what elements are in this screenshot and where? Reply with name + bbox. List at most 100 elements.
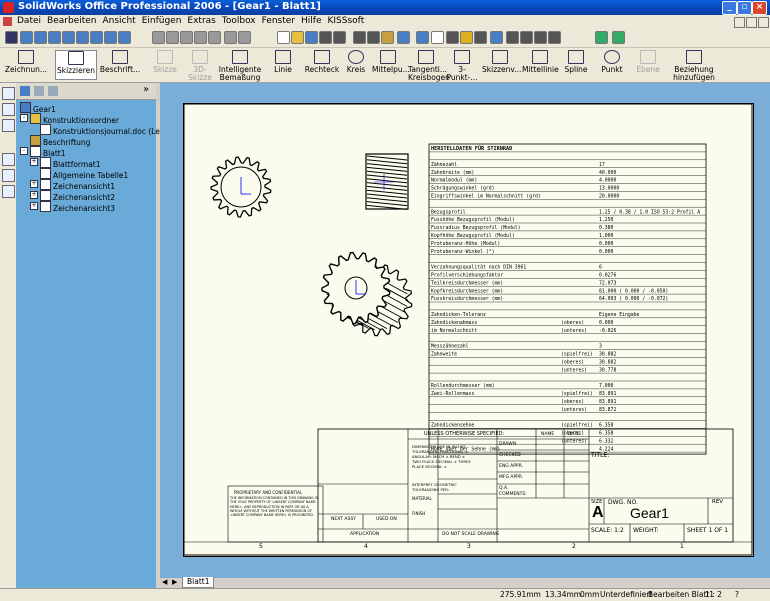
doc-minimize-icon[interactable]: [734, 17, 745, 28]
select-icon[interactable]: [5, 31, 18, 44]
cmd-plane-button[interactable]: Ebene: [634, 50, 662, 74]
cmd-centerpoint-arc-button[interactable]: Mittelpu...: [372, 50, 410, 74]
help-toolbar-icon[interactable]: [490, 31, 503, 44]
close-icon[interactable]: ×: [752, 1, 767, 15]
collapse-icon[interactable]: -: [20, 147, 28, 155]
menu-item-einfügen[interactable]: Einfügen: [139, 15, 185, 26]
tab-first-icon[interactable]: ◀: [162, 578, 167, 586]
tree-node-zeichenansicht3[interactable]: + Zeichenansicht3: [30, 201, 115, 213]
open-icon[interactable]: [291, 31, 304, 44]
feature-manager-icon[interactable]: [2, 87, 15, 100]
cmd-sketch-3d-button[interactable]: 3D-Skizze: [185, 50, 215, 82]
cmd-annotation-button[interactable]: Beschrift...: [96, 50, 144, 74]
menu-item-ansicht[interactable]: Ansicht: [99, 15, 138, 26]
expand-icon[interactable]: +: [30, 202, 38, 210]
grid-toolbar-icon[interactable]: [506, 31, 519, 44]
cmd-sketch-fillet-button[interactable]: Skizzenv...: [482, 50, 521, 74]
collapse-panel-icon[interactable]: »: [143, 84, 149, 95]
cmd-drawing-button[interactable]: Zeichnun...: [2, 50, 50, 74]
zoom-window-icon[interactable]: [446, 31, 459, 44]
cmd-three-point-arc-button[interactable]: 3-Punkt-...: [446, 50, 478, 82]
cmd-sketch-2d-button[interactable]: Skizze: [150, 50, 180, 74]
undo-icon[interactable]: [397, 31, 410, 44]
shaded-icon[interactable]: [180, 31, 193, 44]
tree-tab-features-icon[interactable]: [20, 86, 30, 96]
wireframe-icon[interactable]: [166, 31, 179, 44]
tree-tab-properties-icon[interactable]: [34, 86, 44, 96]
minimize-icon[interactable]: _: [722, 1, 737, 15]
cmd-spline-button[interactable]: Spline: [562, 50, 590, 74]
grid-icon[interactable]: [2, 169, 15, 182]
cmd-centerline-button[interactable]: Mittellinie: [522, 50, 559, 74]
gear-side-view[interactable]: [365, 153, 409, 210]
cmd-circle-button[interactable]: Kreis: [345, 50, 367, 74]
expand-icon[interactable]: +: [30, 158, 38, 166]
annotation-view-icon[interactable]: [2, 185, 15, 198]
help-icon[interactable]: ?: [735, 590, 739, 599]
collapse-icon[interactable]: -: [20, 114, 28, 122]
cut-icon[interactable]: [353, 31, 366, 44]
expand-icon[interactable]: +: [30, 180, 38, 188]
sketch-icon[interactable]: [238, 31, 251, 44]
cmd-smart-dimension-button[interactable]: Intelligente Bemaßung: [218, 50, 262, 82]
redraw-icon[interactable]: [104, 31, 117, 44]
cmd-sketch-button[interactable]: Skizzieren: [55, 50, 97, 80]
cmd-line-button[interactable]: Linie: [268, 50, 298, 74]
pan-icon[interactable]: [90, 31, 103, 44]
copy-icon[interactable]: [367, 31, 380, 44]
drawing-sheet[interactable]: HERSTELLDATEN FÜR STIRNRAD Zähnezahl 17 Zah…: [183, 103, 754, 557]
zoom-area-icon[interactable]: [34, 31, 47, 44]
paste-icon[interactable]: [381, 31, 394, 44]
cmd-point-button[interactable]: Punkt: [598, 50, 626, 74]
doc-close-icon[interactable]: [758, 17, 769, 28]
cmd-add-relation-button[interactable]: Beziehung hinzufügen: [672, 50, 716, 82]
cmd-label: Tangenti... Kreisbogen: [408, 65, 450, 82]
save-icon[interactable]: [305, 31, 318, 44]
menu-item-hilfe[interactable]: Hilfe: [298, 15, 324, 26]
view-orientation-icon[interactable]: [118, 31, 131, 44]
perspective-icon[interactable]: [194, 31, 207, 44]
maximize-icon[interactable]: ▫: [737, 1, 752, 15]
configuration-manager-icon[interactable]: [2, 119, 15, 132]
new-icon[interactable]: [277, 31, 290, 44]
quick-snap-icon[interactable]: [548, 31, 561, 44]
options-icon[interactable]: [474, 31, 487, 44]
menu-item-extras[interactable]: Extras: [184, 15, 218, 26]
gear-table-cell: 6: [599, 265, 602, 271]
section-view-icon[interactable]: [208, 31, 221, 44]
menu-item-kisssoft[interactable]: KISSsoft: [325, 15, 368, 26]
doc-restore-icon[interactable]: [746, 17, 757, 28]
tree-tab-config-icon[interactable]: [48, 86, 58, 96]
cmd-rectangle-button[interactable]: Rechteck: [304, 50, 340, 74]
kisssoft-2-icon[interactable]: [612, 31, 625, 44]
view-palette-icon[interactable]: [534, 31, 547, 44]
layer-icon[interactable]: [2, 153, 15, 166]
zoom-fit-icon[interactable]: [20, 31, 33, 44]
kisssoft-icon[interactable]: [595, 31, 608, 44]
cmd-tangent-arc-button[interactable]: Tangenti... Kreisbogen: [408, 50, 450, 82]
property-manager-icon[interactable]: [2, 103, 15, 116]
rotate-icon[interactable]: [76, 31, 89, 44]
gear-data-table[interactable]: HERSTELLDATEN FÜR STIRNRAD Zähnezahl 17 Zah…: [428, 143, 707, 455]
gear-isometric-view[interactable]: [321, 251, 413, 337]
tab-blatt1[interactable]: Blatt1: [182, 577, 215, 588]
print-icon[interactable]: [319, 31, 332, 44]
gear-front-view[interactable]: [210, 156, 272, 218]
tab-next-icon[interactable]: ▶: [172, 578, 177, 586]
feature-icon[interactable]: [224, 31, 237, 44]
menu-item-toolbox[interactable]: Toolbox: [219, 15, 259, 26]
zoom-selection-icon[interactable]: [62, 31, 75, 44]
redo-icon[interactable]: [416, 31, 429, 44]
doc-menu-icon[interactable]: [3, 17, 12, 26]
title-checked-label: CHECKED: [499, 453, 521, 458]
menu-item-bearbeiten[interactable]: Bearbeiten: [44, 15, 99, 26]
hidden-lines-icon[interactable]: [152, 31, 165, 44]
expand-icon[interactable]: +: [30, 191, 38, 199]
menu-item-datei[interactable]: Datei: [14, 15, 44, 26]
print-preview-icon[interactable]: [333, 31, 346, 44]
select-arrow-icon[interactable]: [431, 31, 444, 44]
rebuild-icon[interactable]: [460, 31, 473, 44]
menu-item-fenster[interactable]: Fenster: [259, 15, 298, 26]
zoom-in-icon[interactable]: [48, 31, 61, 44]
layer-toolbar-icon[interactable]: [520, 31, 533, 44]
